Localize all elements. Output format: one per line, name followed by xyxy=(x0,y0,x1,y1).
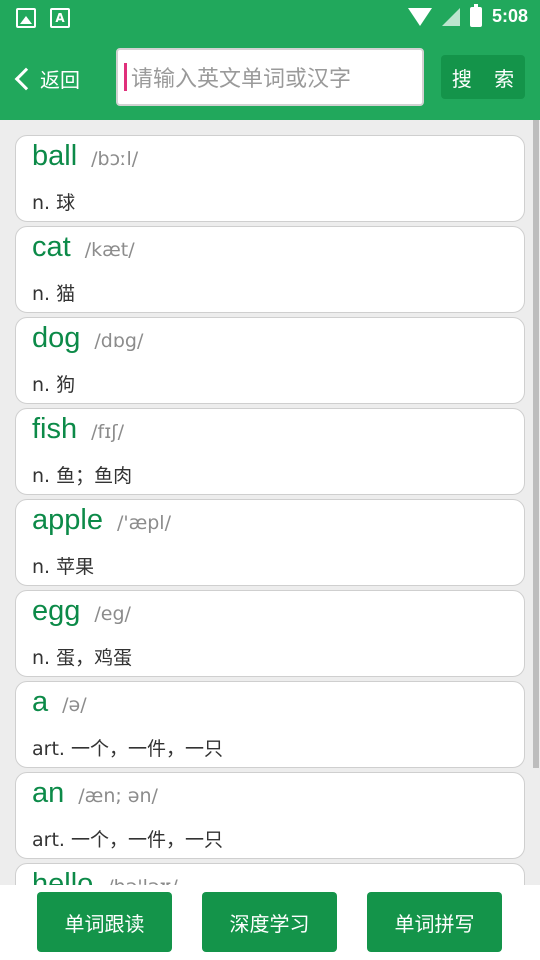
word-phonetic: /æn; ən/ xyxy=(78,785,158,807)
text-cursor xyxy=(124,63,127,91)
word-text: dog xyxy=(32,322,81,354)
word-card[interactable]: hello/hə'ləʊ/ xyxy=(15,863,525,885)
word-phonetic: /fɪʃ/ xyxy=(91,421,125,443)
word-text: hello xyxy=(32,868,94,885)
word-card[interactable]: cat/kæt/ n. 猫 xyxy=(15,226,525,313)
word-phonetic: /kæt/ xyxy=(84,239,135,261)
word-card[interactable]: ball/bɔːl/ n. 球 xyxy=(15,135,525,222)
word-card[interactable]: fish/fɪʃ/ n. 鱼；鱼肉 xyxy=(15,408,525,495)
search-placeholder: 请输入英文单词或汉字 xyxy=(131,67,352,92)
word-card[interactable]: dog/dɒg/ n. 狗 xyxy=(15,317,525,404)
word-definition: n. 鱼；鱼肉 xyxy=(32,465,133,487)
word-phonetic: /hə'ləʊ/ xyxy=(107,876,177,885)
back-label: 返回 xyxy=(40,68,80,92)
word-card[interactable]: apple /'æpl/ n. 苹果 xyxy=(15,499,525,586)
word-list: ball/bɔːl/ n. 球 cat/kæt/ n. 猫 dog/dɒg/ n… xyxy=(15,135,525,885)
scrollbar[interactable] xyxy=(533,120,539,768)
word-phonetic: /dɒg/ xyxy=(94,330,144,352)
word-phonetic: /eg/ xyxy=(94,603,131,625)
search-input[interactable]: 请输入英文单词或汉字 xyxy=(116,48,424,106)
status-bar: A 5:08 xyxy=(0,0,540,36)
word-text: fish xyxy=(32,413,78,445)
word-phonetic: /'æpl/ xyxy=(116,512,171,534)
word-definition: n. 狗 xyxy=(32,374,76,396)
word-card[interactable]: a/ə/ art. 一个，一件，一只 xyxy=(15,681,525,768)
word-text: an xyxy=(32,777,65,809)
font-icon: A xyxy=(50,8,70,28)
word-card[interactable]: egg/eg/ n. 蛋，鸡蛋 xyxy=(15,590,525,677)
app-bar: 返回 请输入英文单词或汉字 搜 索 xyxy=(0,36,540,120)
word-definition: art. 一个，一件，一只 xyxy=(32,738,223,760)
deep-study-button[interactable]: 深度学习 xyxy=(202,892,337,952)
word-text: cat xyxy=(32,231,71,263)
word-definition: n. 猫 xyxy=(32,283,76,305)
word-card[interactable]: an/æn; ən/ art. 一个，一件，一只 xyxy=(15,772,525,859)
follow-read-button[interactable]: 单词跟读 xyxy=(37,892,172,952)
word-definition: art. 一个，一件，一只 xyxy=(32,829,223,851)
back-button[interactable]: 返回 xyxy=(14,64,80,93)
wifi-icon xyxy=(407,7,432,26)
word-definition: n. 球 xyxy=(32,192,76,214)
image-icon xyxy=(16,8,36,28)
bottom-bar: 单词跟读 深度学习 单词拼写 xyxy=(0,885,540,960)
word-text: a xyxy=(32,686,49,718)
word-phonetic: /bɔːl/ xyxy=(91,148,139,170)
word-definition: n. 苹果 xyxy=(32,556,95,578)
word-phonetic: /ə/ xyxy=(62,694,87,716)
chevron-left-icon xyxy=(14,67,38,90)
spelling-button[interactable]: 单词拼写 xyxy=(367,892,502,952)
signal-icon xyxy=(441,7,460,26)
search-button[interactable]: 搜 索 xyxy=(441,55,525,99)
status-time: 5:08 xyxy=(491,6,528,26)
word-text: apple xyxy=(32,504,103,536)
word-text: ball xyxy=(32,140,78,172)
word-text: egg xyxy=(32,595,81,627)
battery-icon xyxy=(469,3,482,27)
word-definition: n. 蛋，鸡蛋 xyxy=(32,647,133,669)
